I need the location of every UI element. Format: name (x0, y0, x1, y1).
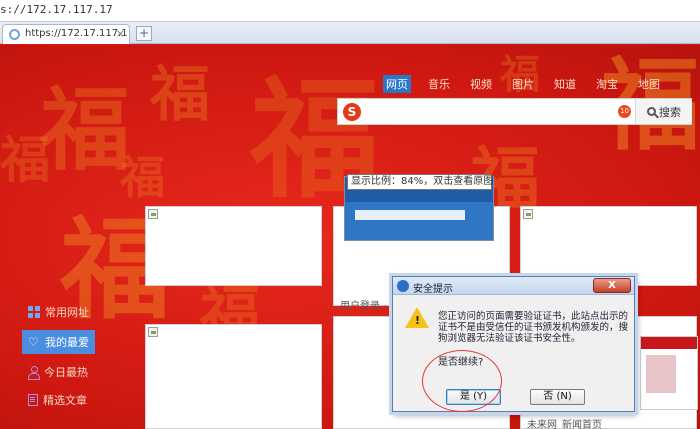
heart-icon: ♡ (28, 335, 39, 349)
no-button[interactable]: 否 (N) (530, 389, 585, 405)
user-icon (28, 366, 40, 380)
search-button-label: 搜索 (659, 105, 681, 119)
nav-label: 常用网址 (45, 306, 89, 319)
dialog-message: 您正访问的页面需要验证证书，此站点出示的证书不是由受信任的证书颁发机构颁发的，搜… (438, 311, 629, 344)
red-circle-annotation (422, 350, 502, 412)
badge-icon[interactable]: 10 (618, 105, 631, 118)
zoom-tooltip: 显示比例：84%，双击查看原图 (347, 174, 493, 190)
tab-web[interactable]: 网页 (383, 75, 411, 93)
tab-close-icon[interactable]: × (116, 27, 125, 40)
tab-zhidao[interactable]: 知道 (551, 75, 579, 93)
search-button[interactable]: 搜索 (635, 99, 692, 124)
dialog-title: 安全提示 (413, 284, 453, 295)
tab-bar: https://172.17.117.1 × + (0, 22, 700, 44)
nav-label: 我的最爱 (45, 336, 89, 349)
loading-icon (9, 29, 20, 40)
nav-frequent-sites[interactable]: 常用网址 (22, 300, 95, 324)
tab-title: https://172.17.117.1 (25, 28, 128, 39)
broken-image-icon (148, 209, 158, 219)
search-box: S 10 搜索 (337, 98, 692, 125)
tab-map[interactable]: 地图 (635, 75, 663, 93)
site-tile[interactable] (145, 206, 322, 286)
nav-today-hot[interactable]: 今日最热 (22, 360, 94, 384)
warning-mark: ! (415, 314, 421, 327)
tab-video[interactable]: 视频 (467, 75, 495, 93)
close-button[interactable]: X (593, 278, 631, 293)
address-bar[interactable]: s://172.17.117.17 (0, 0, 700, 22)
site-thumbnail (640, 336, 698, 410)
tab-music[interactable]: 音乐 (425, 75, 453, 93)
tab-images[interactable]: 图片 (509, 75, 537, 93)
document-icon (28, 394, 38, 406)
broken-image-icon (148, 327, 158, 337)
bg-fu-char: 福 (120, 151, 166, 204)
bg-fu-char: 福 (150, 60, 210, 130)
grid-icon (28, 306, 40, 318)
nav-featured-articles[interactable]: 精选文章 (22, 388, 93, 412)
bg-fu-char: 福 (40, 77, 130, 183)
sogou-app-icon (397, 280, 409, 292)
sogou-logo-icon: S (343, 103, 361, 121)
search-icon (647, 107, 656, 116)
address-text[interactable]: s://172.17.117.17 (0, 3, 113, 16)
nav-label: 今日最热 (44, 366, 88, 379)
site-tile[interactable] (520, 206, 697, 286)
search-category-tabs: 网页 音乐 视频 图片 知道 淘宝 地图 (383, 75, 663, 93)
tile-caption[interactable]: 未来网_新闻首页 (527, 416, 602, 429)
tile-caption[interactable]: 用户登录-- (340, 297, 387, 312)
nav-label: 精选文章 (43, 394, 87, 407)
dialog-titlebar[interactable]: 安全提示 X (393, 277, 634, 295)
site-tile[interactable] (145, 324, 322, 429)
tab-taobao[interactable]: 淘宝 (593, 75, 621, 93)
new-tab-button[interactable]: + (136, 26, 152, 41)
bg-fu-char: 福 (0, 130, 50, 189)
nav-favorites[interactable]: ♡ 我的最爱 (22, 330, 95, 354)
broken-image-icon (523, 209, 533, 219)
search-input[interactable] (366, 102, 616, 122)
browser-tab[interactable]: https://172.17.117.1 × (2, 24, 130, 44)
